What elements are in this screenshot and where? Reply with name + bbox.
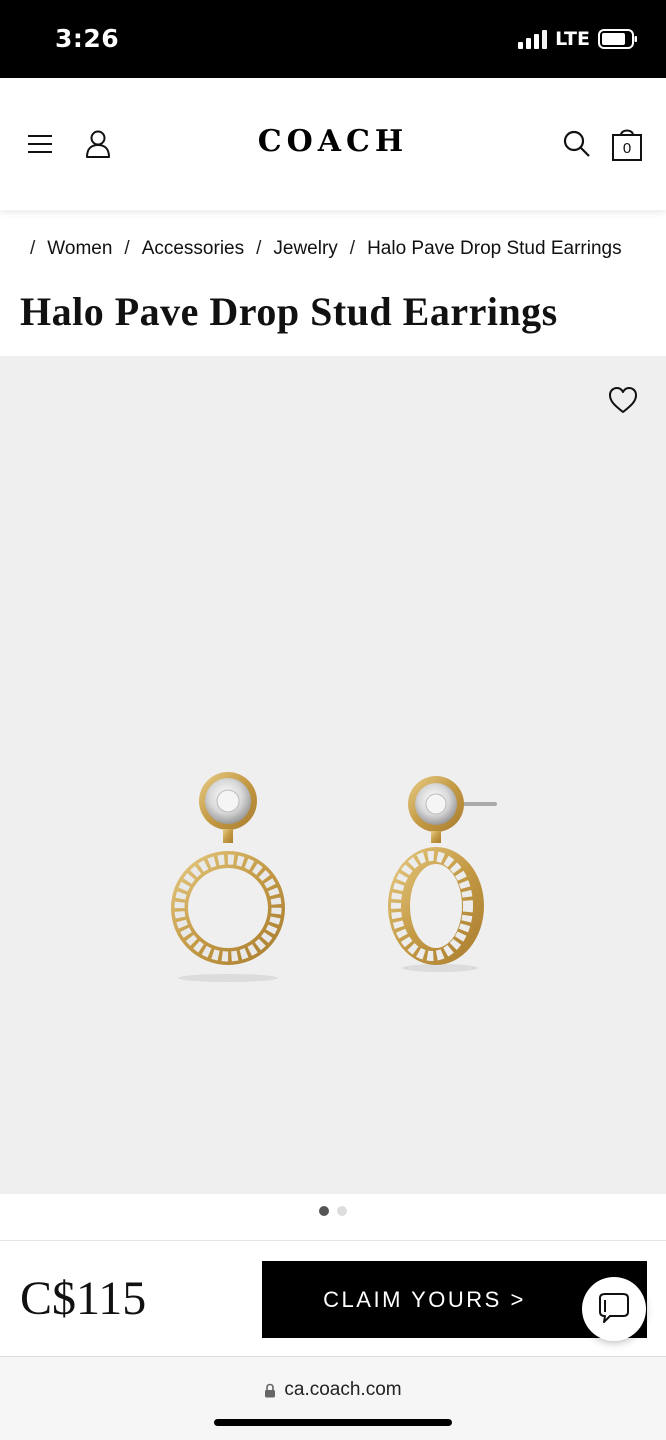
product-image-carousel[interactable] <box>0 356 666 1194</box>
status-time: 3:26 <box>55 24 120 53</box>
carousel-pagination <box>0 1206 666 1216</box>
earrings-product-photo <box>171 772 497 982</box>
carousel-dot-2[interactable] <box>337 1206 347 1216</box>
breadcrumb-jewelry[interactable]: Jewelry <box>273 238 337 260</box>
chat-icon <box>599 1293 629 1323</box>
wishlist-heart-icon[interactable] <box>608 386 638 414</box>
product-price: C$115 <box>20 1272 147 1325</box>
product-title: Halo Pave Drop Stud Earrings <box>20 289 558 334</box>
lock-icon <box>265 1383 276 1397</box>
breadcrumb: / Women / Accessories / Jewelry / Halo P… <box>30 238 622 260</box>
site-header: COACH 0 <box>0 78 666 210</box>
carousel-dot-1[interactable] <box>319 1206 329 1216</box>
network-label: LTE <box>555 28 590 50</box>
breadcrumb-current: Halo Pave Drop Stud Earrings <box>367 238 622 259</box>
browser-url-bar[interactable]: ca.coach.com <box>0 1356 666 1440</box>
cart-count: 0 <box>622 140 632 157</box>
breadcrumb-separator: / <box>124 238 130 259</box>
breadcrumb-accessories[interactable]: Accessories <box>142 238 244 260</box>
chat-button[interactable] <box>582 1277 646 1341</box>
breadcrumb-separator: / <box>256 238 262 259</box>
signal-icon <box>518 29 548 49</box>
breadcrumb-separator: / <box>30 238 36 259</box>
url-display[interactable]: ca.coach.com <box>0 1379 666 1401</box>
breadcrumb-women[interactable]: Women <box>47 238 112 260</box>
purchase-bar: C$115 CLAIM YOURS > <box>0 1240 666 1356</box>
shopping-bag-button[interactable]: 0 <box>610 126 644 162</box>
url-text: ca.coach.com <box>284 1379 402 1400</box>
status-bar: 3:26 LTE <box>0 0 666 78</box>
search-icon[interactable] <box>561 128 593 160</box>
breadcrumb-separator: / <box>349 238 356 259</box>
battery-icon <box>598 29 637 49</box>
status-indicators: LTE <box>518 28 638 50</box>
home-indicator <box>214 1419 452 1426</box>
